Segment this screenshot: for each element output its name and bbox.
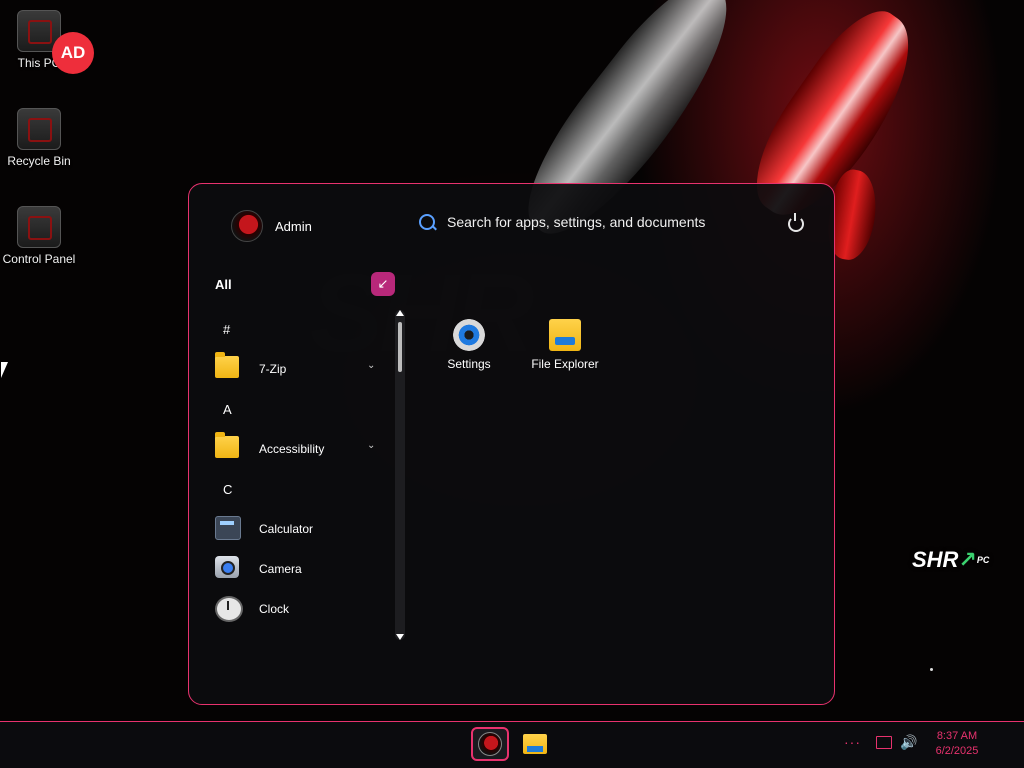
taskbar-file-explorer-icon[interactable] (523, 734, 547, 754)
calculator-icon (215, 516, 241, 540)
mouse-cursor-icon (1, 362, 8, 378)
list-letter-header[interactable]: A (189, 388, 389, 428)
list-letter-header[interactable]: # (189, 308, 389, 348)
desktop: SHR This PC AD Recycle Bin Control Panel… (0, 0, 1024, 768)
avatar (231, 210, 263, 242)
clock-icon (215, 596, 243, 622)
ad-badge[interactable]: AD (52, 32, 94, 74)
start-button[interactable] (471, 727, 509, 761)
scroll-down-arrow-icon[interactable] (396, 634, 404, 640)
scroll-up-arrow-icon[interactable] (396, 310, 404, 316)
search-box[interactable]: Search for apps, settings, and documents (419, 214, 705, 230)
desktop-icon-recycle-bin[interactable]: Recycle Bin (0, 108, 78, 168)
all-apps-label[interactable]: All (215, 277, 232, 292)
file-explorer-icon (549, 319, 581, 351)
collapse-button[interactable]: ↙ (371, 272, 395, 296)
start-logo-icon (478, 732, 502, 756)
control-panel-icon (17, 206, 61, 248)
app-list-scrollbar[interactable] (395, 310, 405, 640)
pinned-app-label: File Explorer (531, 357, 599, 371)
desktop-icon-control-panel[interactable]: Control Panel (0, 206, 78, 266)
desktop-icon-label: Control Panel (2, 252, 76, 266)
network-icon[interactable] (876, 736, 892, 749)
corner-watermark-logo: SHR↗PC (912, 547, 990, 572)
pinned-app-label: Settings (447, 357, 491, 371)
tray-clock[interactable]: 8:37 AM 6/2/2025 (926, 729, 988, 759)
list-item-clock[interactable]: Clock (189, 588, 389, 628)
search-placeholder: Search for apps, settings, and documents (447, 214, 706, 230)
app-list: # 7-Zip ⌄ A Accessibility ⌄ C Calculator (189, 308, 389, 628)
clock-date: 6/2/2025 (935, 745, 979, 757)
list-item-7zip[interactable]: 7-Zip ⌄ (189, 348, 389, 388)
user-profile[interactable]: Admin (231, 210, 312, 242)
list-item-calculator[interactable]: Calculator (189, 508, 389, 548)
tray-overflow-icon[interactable]: ··· (844, 734, 861, 750)
taskbar: ··· 🔊 8:37 AM 6/2/2025 (0, 721, 1024, 768)
pinned-app-file-explorer[interactable]: File Explorer (525, 319, 605, 371)
folder-icon (215, 352, 239, 378)
start-menu: Admin Search for apps, settings, and doc… (188, 183, 835, 705)
chevron-down-icon[interactable]: ⌄ (367, 360, 375, 371)
list-item-camera[interactable]: Camera (189, 548, 389, 588)
camera-icon (215, 556, 239, 578)
user-name: Admin (275, 218, 312, 234)
clock-time: 8:37 AM (936, 730, 978, 742)
list-letter-header[interactable]: C (189, 468, 389, 508)
pinned-app-settings[interactable]: Settings (429, 319, 509, 371)
scroll-thumb[interactable] (398, 322, 402, 372)
desktop-icon-label: Recycle Bin (7, 154, 71, 168)
folder-icon (215, 432, 239, 458)
gear-icon (453, 319, 485, 351)
search-icon (419, 214, 435, 230)
volume-icon[interactable]: 🔊 (900, 734, 917, 751)
chevron-down-icon[interactable]: ⌄ (367, 440, 375, 451)
power-icon[interactable] (788, 213, 804, 232)
list-item-accessibility[interactable]: Accessibility ⌄ (189, 428, 389, 468)
collapse-arrows-icon: ↙ (377, 276, 389, 291)
recycle-bin-icon (17, 108, 61, 150)
decorative-dot (930, 668, 933, 671)
